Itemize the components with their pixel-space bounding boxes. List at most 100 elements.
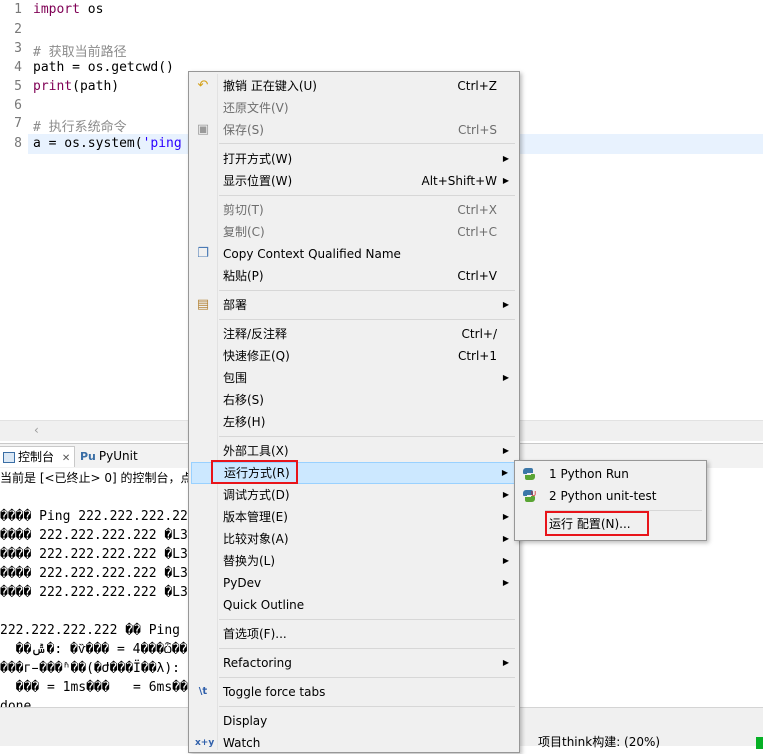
menu-item-team[interactable]: 版本管理(E) ▶ bbox=[191, 506, 517, 528]
menu-item-cut[interactable]: 剪切(T) Ctrl+X bbox=[191, 199, 517, 221]
line-number: 3 bbox=[14, 41, 22, 56]
copy-context-icon: ❐ bbox=[197, 246, 209, 261]
menu-item-accelerator: Ctrl+C bbox=[457, 225, 497, 239]
menu-item-label: 还原文件(V) bbox=[223, 101, 289, 115]
menu-item-label: PyDev bbox=[223, 576, 262, 590]
menu-item-label: Refactoring bbox=[223, 656, 292, 670]
menu-item-shift-left[interactable]: 左移(H) bbox=[191, 411, 517, 433]
code-comment[interactable]: # 获取当前路径 bbox=[33, 41, 127, 60]
menu-item-undo[interactable]: ↶ 撤销 正在键入(U) Ctrl+Z bbox=[191, 75, 517, 97]
console-line: ���г̵���ʱ��(�Ժ���Ϊ��λ): bbox=[0, 661, 181, 676]
submenu-arrow-icon: ▶ bbox=[502, 490, 509, 499]
build-status: 项目think构建: (20%) bbox=[538, 735, 661, 749]
menu-item-save[interactable]: ▣ 保存(S) Ctrl+S bbox=[191, 119, 517, 141]
toggle-tabs-icon: \t bbox=[198, 686, 208, 697]
menu-item-label: 右移(S) bbox=[223, 393, 264, 407]
deploy-icon: ▤ bbox=[196, 297, 210, 312]
menu-item-copy-context-qualified-name[interactable]: ❐ Copy Context Qualified Name bbox=[191, 243, 517, 265]
watch-icon: x+y bbox=[195, 738, 215, 748]
menu-item-label: 撤销 正在键入(U) bbox=[223, 79, 317, 93]
submenu-arrow-icon: ▶ bbox=[502, 534, 509, 543]
menu-item-label: Quick Outline bbox=[223, 598, 305, 612]
menu-item-copy[interactable]: 复制(C) Ctrl+C bbox=[191, 221, 517, 243]
menu-item-label: Toggle force tabs bbox=[223, 685, 326, 699]
console-line: ���� 222.222.222.222 �L32 bbox=[0, 528, 196, 543]
code-text: (path) bbox=[72, 79, 120, 94]
scroll-left-icon[interactable]: ‹ bbox=[34, 423, 39, 437]
undo-icon: ↶ bbox=[197, 78, 209, 93]
menu-item-refactoring[interactable]: Refactoring ▶ bbox=[191, 652, 517, 674]
menu-item-quick-fix[interactable]: 快速修正(Q) Ctrl+1 bbox=[191, 345, 517, 367]
menu-item-deploy[interactable]: ▤ 部署 ▶ bbox=[191, 294, 517, 316]
menu-separator bbox=[219, 677, 515, 678]
menu-item-label: 比较对象(A) bbox=[223, 532, 289, 546]
submenu-arrow-icon: ▶ bbox=[502, 154, 509, 163]
line-number: 8 bbox=[14, 136, 22, 151]
submenu-arrow-icon: ▶ bbox=[502, 300, 509, 309]
menu-item-external-tools[interactable]: 外部工具(X) ▶ bbox=[191, 440, 517, 462]
menu-item-accelerator: Alt+Shift+W bbox=[421, 174, 498, 188]
menu-item-debug-as[interactable]: 调试方式(D) ▶ bbox=[191, 484, 517, 506]
code-comment[interactable]: # 执行系统命令 bbox=[33, 116, 127, 135]
code-line[interactable]: import os bbox=[33, 2, 103, 17]
submenu-arrow-icon: ▶ bbox=[502, 556, 509, 565]
submenu-arrow-icon: ▶ bbox=[502, 446, 509, 455]
submenu-item-python-unit-test[interactable]: U 2 Python unit-test bbox=[517, 485, 704, 507]
code-text: a = os.system( bbox=[33, 136, 143, 151]
menu-item-label: 剪切(T) bbox=[223, 203, 264, 217]
menu-separator bbox=[219, 195, 515, 196]
line-number: 5 bbox=[14, 79, 22, 94]
menu-item-compare-with[interactable]: 比较对象(A) ▶ bbox=[191, 528, 517, 550]
menu-item-toggle-comment[interactable]: 注释/反注释 Ctrl+/ bbox=[191, 323, 517, 345]
menu-item-open-with[interactable]: 打开方式(W) ▶ bbox=[191, 148, 517, 170]
close-icon[interactable]: ✕ bbox=[62, 453, 70, 464]
line-number: 1 bbox=[14, 2, 22, 17]
menu-separator bbox=[219, 290, 515, 291]
line-number: 2 bbox=[14, 22, 22, 37]
menu-item-toggle-force-tabs[interactable]: \t Toggle force tabs bbox=[191, 681, 517, 703]
line-number: 6 bbox=[14, 98, 22, 113]
menu-item-label: 调试方式(D) bbox=[223, 488, 290, 502]
menu-item-shift-right[interactable]: 右移(S) bbox=[191, 389, 517, 411]
tab-console[interactable]: 控制台 ✕ bbox=[0, 446, 76, 467]
menu-item-label: 首选项(F)... bbox=[223, 627, 287, 641]
submenu-arrow-icon: ▶ bbox=[502, 176, 509, 185]
menu-item-show-in[interactable]: 显示位置(W) Alt+Shift+W ▶ bbox=[191, 170, 517, 192]
tab-pyunit-label: PyUnit bbox=[98, 449, 138, 463]
menu-item-pydev[interactable]: PyDev ▶ bbox=[191, 572, 517, 594]
code-line[interactable]: path = os.getcwd() bbox=[33, 60, 174, 75]
menu-item-label: 显示位置(W) bbox=[223, 174, 293, 188]
tab-pyunit[interactable]: Pu PyUnit bbox=[76, 446, 142, 466]
menu-item-label: 替换为(L) bbox=[223, 554, 276, 568]
menu-item-label: 保存(S) bbox=[223, 123, 264, 137]
menu-item-accelerator: Ctrl+V bbox=[457, 269, 497, 283]
menu-separator bbox=[219, 706, 515, 707]
menu-item-accelerator: Ctrl+Z bbox=[457, 79, 497, 93]
console-line: ���� 222.222.222.222 �L32 bbox=[0, 566, 196, 581]
svg-text:U: U bbox=[531, 490, 536, 498]
tab-console-label: 控制台 bbox=[18, 450, 55, 464]
menu-item-label: 注释/反注释 bbox=[223, 327, 288, 341]
menu-item-paste[interactable]: 粘贴(P) Ctrl+V bbox=[191, 265, 517, 287]
string-literal: 'ping bbox=[142, 136, 182, 151]
menu-item-quick-outline[interactable]: Quick Outline bbox=[191, 594, 517, 616]
line-number: 4 bbox=[14, 60, 22, 75]
menu-item-accelerator: Ctrl+1 bbox=[457, 349, 497, 363]
python-run-icon bbox=[523, 468, 535, 480]
python-unittest-icon: U bbox=[523, 490, 536, 502]
code-line[interactable]: print(path) bbox=[33, 79, 119, 94]
menu-item-display[interactable]: Display bbox=[191, 710, 517, 732]
menu-separator bbox=[219, 319, 515, 320]
console-line: 222.222.222.222 �� Ping ͳ� bbox=[0, 623, 205, 638]
submenu-item-python-run[interactable]: 1 Python Run bbox=[517, 463, 704, 485]
highlight-box-run-as bbox=[211, 460, 298, 484]
menu-item-revert-file[interactable]: 还原文件(V) bbox=[191, 97, 517, 119]
build-progress-bar bbox=[756, 737, 763, 749]
menu-item-watch[interactable]: x+y Watch bbox=[191, 732, 517, 754]
menu-item-preferences[interactable]: 首选项(F)... bbox=[191, 623, 517, 645]
menu-item-label: 快速修正(Q) bbox=[223, 349, 290, 363]
console-line: ��ݰ�: �ѷ��� = 4���ѽ�� bbox=[0, 642, 188, 657]
console-icon bbox=[3, 452, 15, 463]
menu-item-surround-with[interactable]: 包围 ▶ bbox=[191, 367, 517, 389]
menu-item-replace-with[interactable]: 替换为(L) ▶ bbox=[191, 550, 517, 572]
